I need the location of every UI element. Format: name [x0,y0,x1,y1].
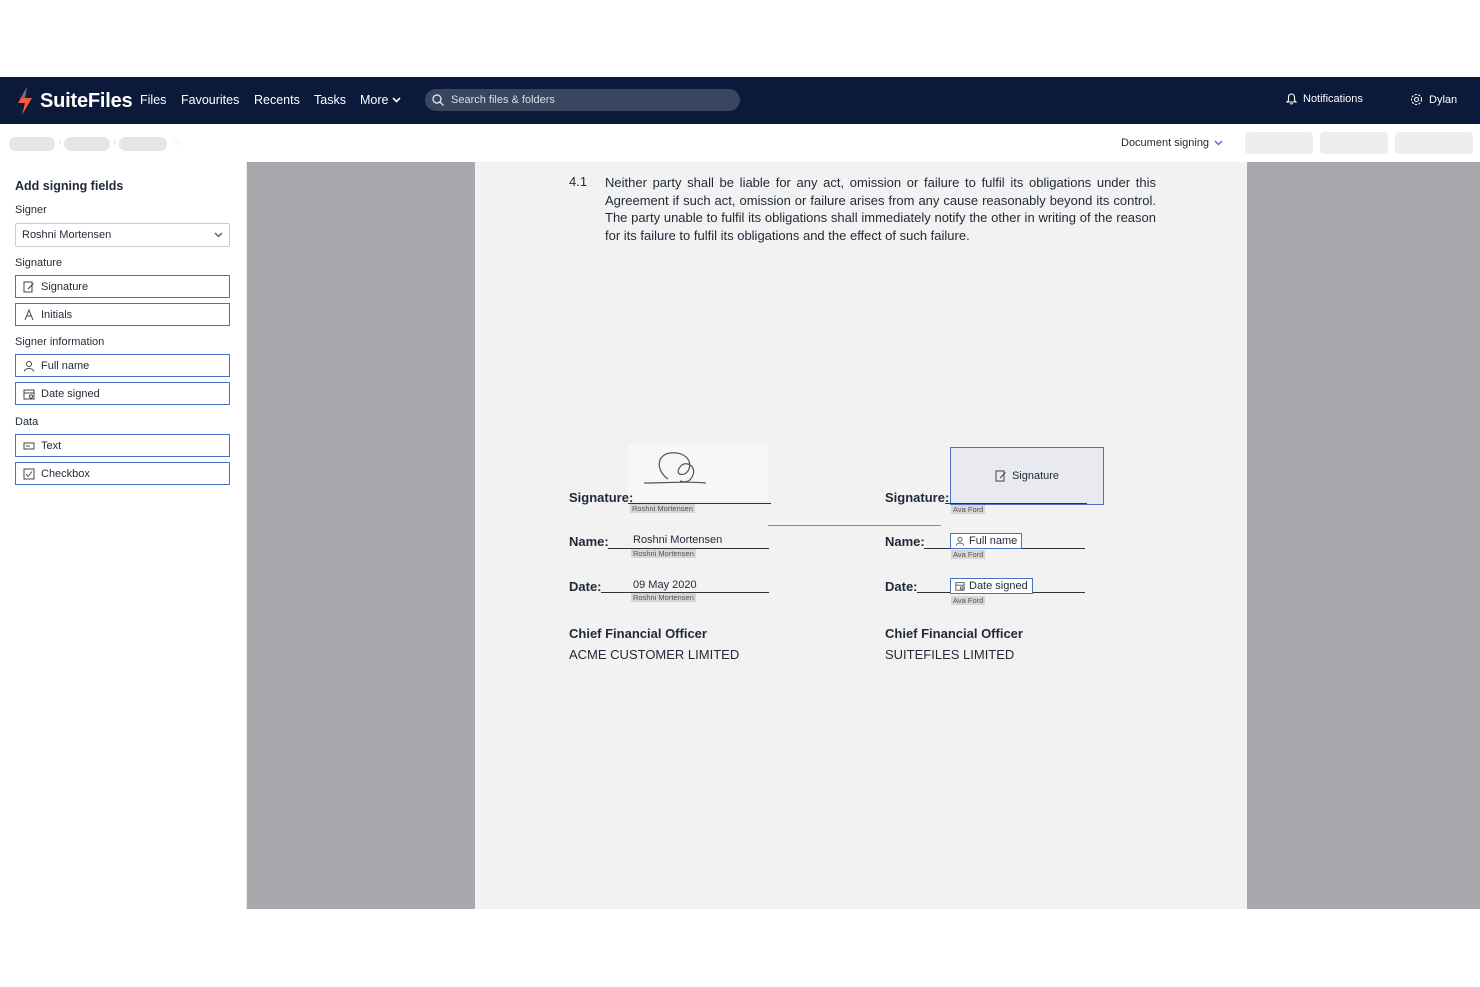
signature-section-label: Signature [15,257,63,269]
calendar-icon [23,388,35,400]
add-initials-field-button[interactable]: Initials [15,303,230,326]
signature-placeholder-field[interactable]: Signature [950,447,1104,505]
date-signed-placeholder-field[interactable]: Date signed [950,578,1033,594]
right-signature-label: Signature: [885,490,950,505]
signature-icon [23,281,35,293]
left-name-label: Name: [569,534,609,549]
left-name-value[interactable]: Roshni Mortensen [633,534,722,546]
sidebar-title: Add signing fields [15,179,124,193]
add-checkbox-field-button[interactable]: Checkbox [15,462,230,485]
signing-fields-sidebar: Add signing fields Signer Roshni Mortens… [0,162,247,909]
add-text-field-button[interactable]: Text [15,434,230,457]
clause-text: Neither party shall be liable for any ac… [605,175,1156,243]
clause-number: 4.1 [569,174,588,189]
nav-tasks[interactable]: Tasks [314,93,346,107]
signer-tag: Roshni Mortensen [631,593,696,602]
signer-label: Signer [15,204,47,216]
field-label: Initials [41,308,73,321]
signer-select[interactable]: Roshni Mortensen [15,223,230,247]
user-menu[interactable]: Dylan [1410,93,1457,106]
lightning-logo-icon [18,87,32,115]
signature-line [945,503,1087,504]
gear-icon [1410,93,1423,106]
handwritten-signature [643,452,707,484]
signer-select-value: Roshni Mortensen [22,229,112,241]
app-name: SuiteFiles [40,89,133,112]
signer-tag: Roshni Mortensen [630,504,695,513]
nav-more-label: More [360,93,389,107]
divider-line [768,525,941,526]
breadcrumb-separator: › [58,137,62,148]
calendar-icon [955,582,965,591]
right-date-label: Date: [885,579,918,594]
left-date-value[interactable]: 09 May 2020 [633,579,697,591]
completed-signature-field[interactable] [628,445,768,501]
initials-icon [23,308,35,321]
field-label: Signature [41,280,89,293]
add-signature-field-button[interactable]: Signature [15,275,230,298]
add-date-signed-field-button[interactable]: Date signed [15,382,230,405]
suitefiles-logo[interactable]: SuiteFiles [16,86,133,116]
top-navigation-bar: SuiteFiles Files Favourites Recents Task… [0,77,1480,124]
person-icon [23,360,35,372]
right-company: SUITEFILES LIMITED [885,647,1015,662]
signer-tag: Ava Ford [951,505,986,514]
chevron-down-icon [1214,140,1223,146]
nav-files[interactable]: Files [140,93,166,107]
full-name-placeholder-field[interactable]: Full name [950,533,1023,549]
breadcrumb-separator: › [113,137,117,148]
breadcrumb-placeholder[interactable] [119,137,167,151]
person-icon [955,536,965,546]
right-role: Chief Financial Officer [885,626,1023,641]
nav-recents[interactable]: Recents [254,93,300,107]
document-page: 4.1 Neither party shall be liable for an… [475,162,1247,909]
document-signing-dropdown[interactable]: Document signing [1121,137,1223,149]
search-icon [432,94,444,106]
toolbar-button-placeholder[interactable] [1395,132,1473,154]
full-name-field-label: Full name [969,535,1018,547]
document-toolbar: › › ☆ Document signing [0,124,1480,163]
user-name: Dylan [1429,93,1458,106]
document-canvas: 4.1 Neither party shall be liable for an… [247,162,1480,909]
search-input[interactable] [449,93,723,107]
field-label: Date signed [41,387,100,400]
document-signing-label: Document signing [1121,137,1210,149]
checkbox-icon [23,468,35,480]
data-section-label: Data [15,416,39,428]
signer-tag: Ava Ford [951,596,986,605]
breadcrumb-placeholder[interactable] [9,137,55,151]
signature-icon [995,470,1006,482]
bell-icon [1286,93,1297,105]
notifications-label: Notifications [1303,93,1363,105]
field-label: Text [41,439,62,452]
nav-more[interactable]: More [360,93,402,107]
signature-field-label: Signature [1011,470,1060,482]
field-label: Checkbox [41,467,90,480]
left-date-label: Date: [569,579,602,594]
signer-tag: Roshni Mortensen [631,549,696,558]
left-company: ACME CUSTOMER LIMITED [569,647,740,662]
chevron-down-icon [214,232,223,238]
toolbar-button-placeholder[interactable] [1320,132,1388,154]
chevron-down-icon [392,97,402,103]
text-field-icon [23,440,35,452]
nav-favourites[interactable]: Favourites [181,93,239,107]
signer-tag: Ava Ford [951,550,986,559]
notifications-button[interactable]: Notifications [1286,93,1363,105]
right-name-label: Name: [885,534,925,549]
left-signature-label: Signature: [569,490,634,505]
add-full-name-field-button[interactable]: Full name [15,354,230,377]
field-label: Full name [41,359,90,372]
star-icon[interactable]: ☆ [173,137,182,148]
breadcrumb-placeholder[interactable] [64,137,110,151]
signer-info-section-label: Signer information [15,336,105,348]
search-bar[interactable] [425,89,740,111]
toolbar-button-placeholder[interactable] [1245,132,1313,154]
left-role: Chief Financial Officer [569,626,707,641]
date-signed-field-label: Date signed [969,580,1028,592]
